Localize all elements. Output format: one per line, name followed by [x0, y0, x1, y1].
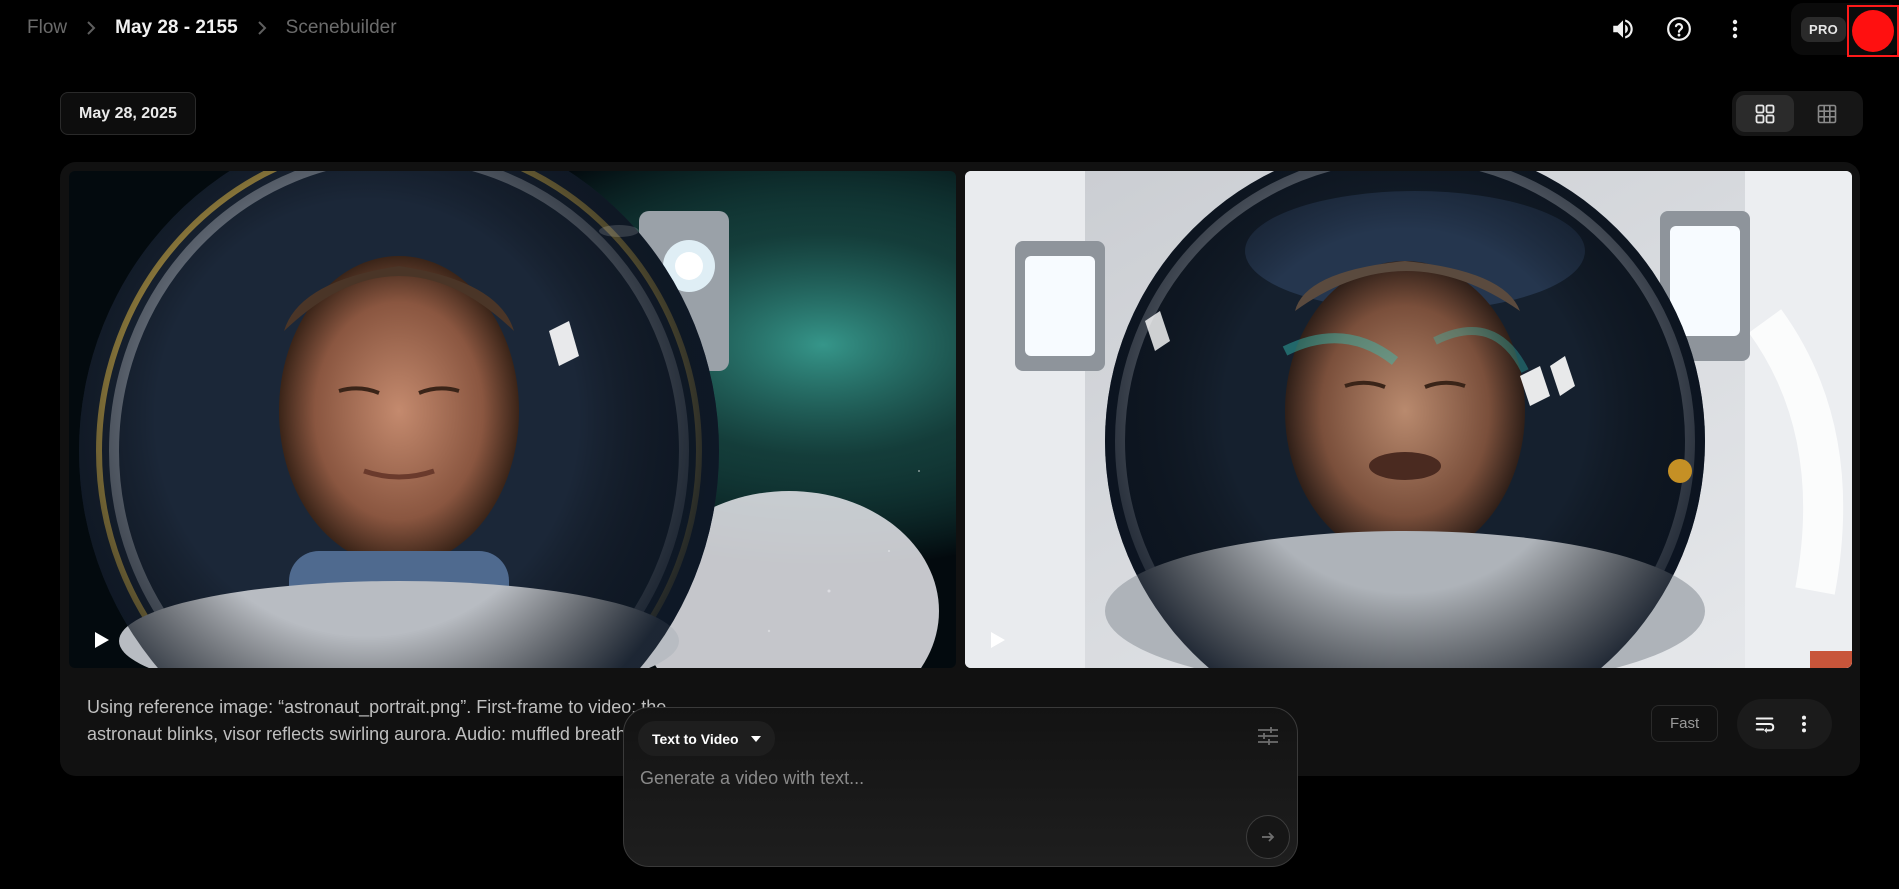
- avatar[interactable]: [1847, 5, 1899, 57]
- chevron-right-icon: [85, 20, 97, 36]
- more-vert-icon: [1732, 19, 1738, 39]
- grid-small-icon: [1817, 104, 1837, 123]
- prompt-text: Using reference image: “astronaut_portra…: [87, 697, 667, 744]
- grid-small-view-button[interactable]: [1798, 95, 1856, 132]
- breadcrumb: Flow May 28 - 2155 Scenebuilder: [27, 17, 397, 39]
- top-bar: Flow May 28 - 2155 Scenebuilder PRO: [0, 0, 1899, 58]
- astronaut-image: [965, 171, 1852, 668]
- prompt-composer: Text to Video: [623, 707, 1298, 867]
- chevron-right-icon: [256, 20, 268, 36]
- avatar-image: [1852, 10, 1894, 52]
- card-actions: [1737, 699, 1832, 749]
- caret-down-icon: [750, 735, 761, 742]
- breadcrumb-root[interactable]: Flow: [27, 17, 67, 39]
- breadcrumb-page: Scenebuilder: [285, 17, 397, 38]
- result-card: Using reference image: “astronaut_portra…: [60, 162, 1860, 776]
- help-button[interactable]: [1657, 7, 1701, 51]
- more-vert-icon: [1802, 715, 1807, 733]
- prompt-input[interactable]: [640, 768, 1200, 789]
- card-more-button[interactable]: [1786, 706, 1822, 742]
- help-icon: [1667, 17, 1691, 41]
- volume-button[interactable]: [1601, 7, 1645, 51]
- grid-large-view-button[interactable]: [1736, 95, 1794, 132]
- date-chip: May 28, 2025: [60, 92, 196, 135]
- mode-select[interactable]: Text to Video: [638, 721, 775, 756]
- volume-icon: [1613, 19, 1633, 39]
- speed-badge[interactable]: Fast: [1651, 705, 1719, 742]
- play-icon[interactable]: [91, 630, 111, 650]
- astronaut-image: [69, 171, 956, 668]
- account-area: PRO: [1791, 3, 1899, 57]
- pro-badge: PRO: [1801, 16, 1847, 42]
- video-thumbnail-1[interactable]: [69, 171, 956, 668]
- breadcrumb-project[interactable]: May 28 - 2155: [115, 17, 238, 39]
- reuse-prompt-icon: [1755, 717, 1775, 734]
- video-thumbnail-2[interactable]: [965, 171, 1852, 668]
- view-toggle: [1732, 91, 1863, 136]
- arrow-right-icon: [1262, 832, 1275, 842]
- send-button[interactable]: [1246, 815, 1290, 859]
- mode-select-label: Text to Video: [652, 730, 739, 747]
- reuse-prompt-button[interactable]: [1747, 706, 1783, 742]
- more-options-button[interactable]: [1713, 7, 1757, 51]
- grid-large-icon: [1755, 104, 1775, 123]
- tune-icon[interactable]: [1257, 726, 1279, 751]
- play-icon[interactable]: [987, 630, 1007, 650]
- header-actions: PRO: [1601, 0, 1899, 58]
